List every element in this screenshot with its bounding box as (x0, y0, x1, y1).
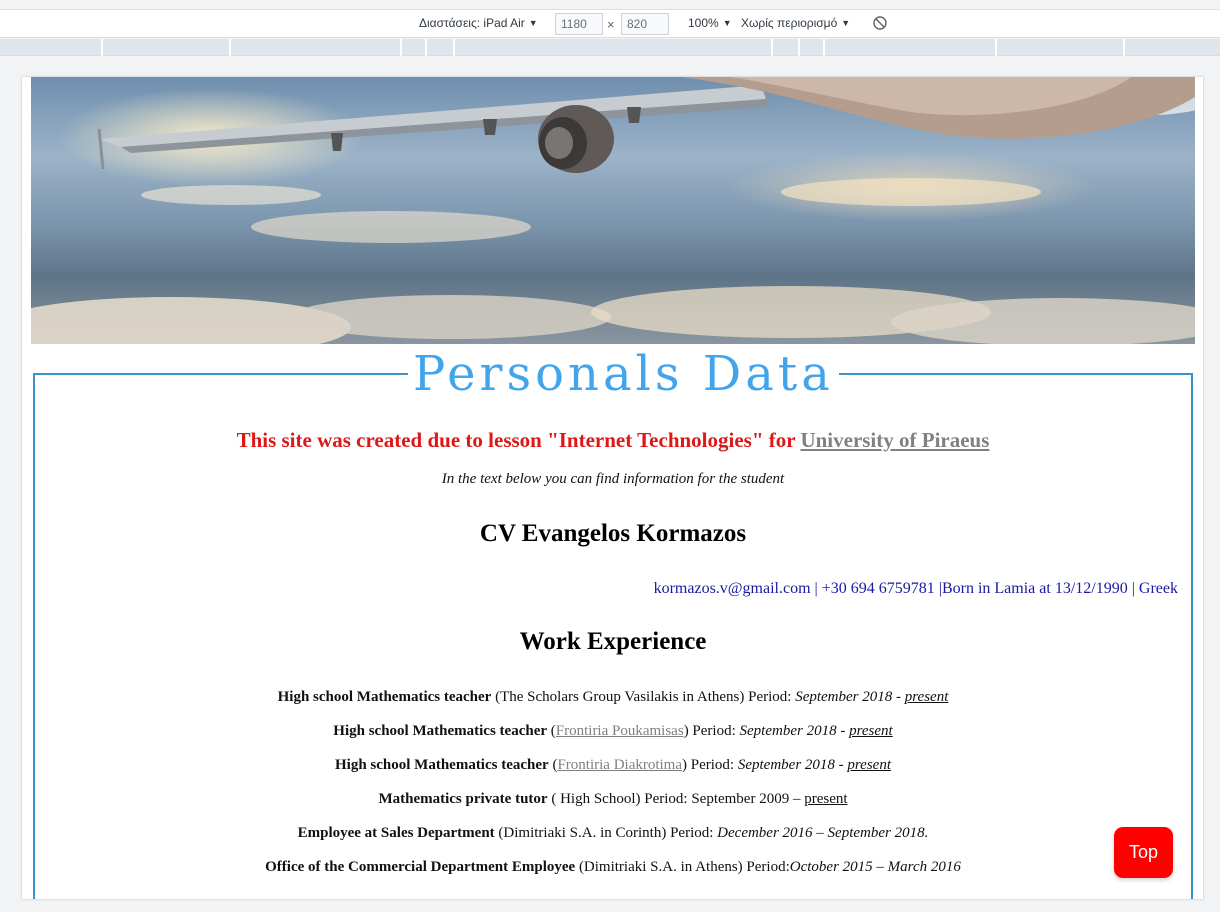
scroll-top-button[interactable]: Top (1114, 827, 1173, 878)
job-present: present (804, 791, 848, 807)
job-details: ( High School) Period: September 2009 – (547, 791, 805, 807)
job-role: High school Mathematics teacher (333, 723, 548, 739)
rotate-icon[interactable] (872, 15, 888, 31)
job-entry: High school Mathematics teacher (The Sch… (35, 689, 1191, 706)
job-present: present (847, 757, 892, 773)
media-query-ruler[interactable] (0, 39, 1220, 56)
job-role: Mathematics private tutor (378, 791, 548, 807)
email-text: kormazos.v@gmail.com (653, 580, 811, 597)
job-period: December 2016 – September 2018. (717, 825, 929, 841)
ruler-tick (995, 39, 997, 56)
page-title: Personals Data (408, 345, 839, 403)
airplane-banner-image (31, 77, 1195, 344)
work-experience-heading: Work Experience (519, 628, 707, 655)
job-entry: Mathematics private tutor ( High School)… (35, 791, 1191, 808)
dimensions-dropdown[interactable]: Διαστάσεις: iPad Air ▼ (419, 16, 538, 30)
height-input[interactable]: 820 (621, 13, 669, 35)
employer-link[interactable]: Frontiria Poukamisas (556, 723, 684, 739)
subtitle: In the text below you can find informati… (441, 471, 785, 487)
width-input[interactable]: 1180 (555, 13, 603, 35)
separator: | (810, 580, 822, 597)
caret-down-icon: ▼ (722, 18, 732, 28)
job-entry: Employee at Sales Department (Dimitriaki… (35, 825, 1191, 842)
job-period: September 2018 - (739, 723, 850, 739)
ruler-tick (823, 39, 825, 56)
zoom-label: 100% (688, 16, 719, 30)
ruler-tick (453, 39, 455, 56)
birth-info: Born in Lamia at 13/12/1990 (941, 580, 1128, 597)
job-role: Employee at Sales Department (297, 825, 495, 841)
zoom-dropdown[interactable]: 100% ▼ (688, 16, 732, 30)
toolbar-top-strip (0, 0, 1220, 10)
job-details: ) Period: (682, 757, 738, 773)
times-symbol: × (607, 17, 615, 32)
ruler-tick (400, 39, 402, 56)
job-entry: High school Mathematics teacher (Frontir… (35, 723, 1191, 740)
job-details: ( (547, 723, 556, 739)
job-period: September 2018 - (795, 689, 905, 705)
job-details: (Dimitriaki S.A. in Corinth) Period: (494, 825, 718, 841)
page-viewport: Personals Data This site was created due… (22, 77, 1203, 899)
job-details: (The Scholars Group Vasilakis in Athens)… (491, 689, 796, 705)
job-role: High school Mathematics teacher (334, 757, 549, 773)
job-role: High school Mathematics teacher (277, 689, 492, 705)
job-period: October 2015 – March 2016 (789, 859, 961, 875)
job-present: present (849, 723, 893, 739)
job-details: ) Period: (683, 723, 740, 739)
employer-link[interactable]: Frontiria Diakrotima (557, 757, 682, 773)
ruler-tick (1123, 39, 1125, 56)
cv-heading: CV Evangelos Kormazos (479, 520, 747, 547)
nationality: Greek (1138, 580, 1178, 597)
throttle-dropdown[interactable]: Χωρίς περιορισμό ▼ (741, 16, 850, 30)
job-entry: Office of the Commercial Department Empl… (35, 859, 1191, 876)
contact-line: kormazos.v@gmail.com | +30 694 6759781 |… (35, 580, 1178, 598)
job-present: present (904, 689, 949, 705)
separator: | (934, 580, 942, 597)
job-period: September 2018 - (737, 757, 848, 773)
device-toolbar: Διαστάσεις: iPad Air ▼ 1180 × 820 100% ▼… (0, 0, 1220, 38)
throttle-label: Χωρίς περιορισμό (741, 16, 838, 30)
job-role: Office of the Commercial Department Empl… (265, 859, 576, 875)
intro-text: This site was created due to lesson "Int… (35, 428, 1191, 453)
ruler-tick (229, 39, 231, 56)
ruler-tick (798, 39, 800, 56)
university-link[interactable]: University of Piraeus (800, 428, 989, 452)
separator: | (1127, 580, 1139, 597)
job-details: (Dimitriaki S.A. in Athens) Period: (575, 859, 790, 875)
phone-text: +30 694 6759781 (821, 580, 935, 597)
dimensions-label: Διαστάσεις: iPad Air (419, 16, 525, 30)
caret-down-icon: ▼ (528, 18, 538, 28)
ruler-tick (771, 39, 773, 56)
ruler-tick (101, 39, 103, 56)
ruler-tick (425, 39, 427, 56)
intro-statement: This site was created due to lesson "Int… (236, 428, 801, 452)
job-entry: High school Mathematics teacher (Frontir… (35, 757, 1191, 774)
caret-down-icon: ▼ (841, 18, 851, 28)
airplane-illustration (31, 77, 1195, 344)
